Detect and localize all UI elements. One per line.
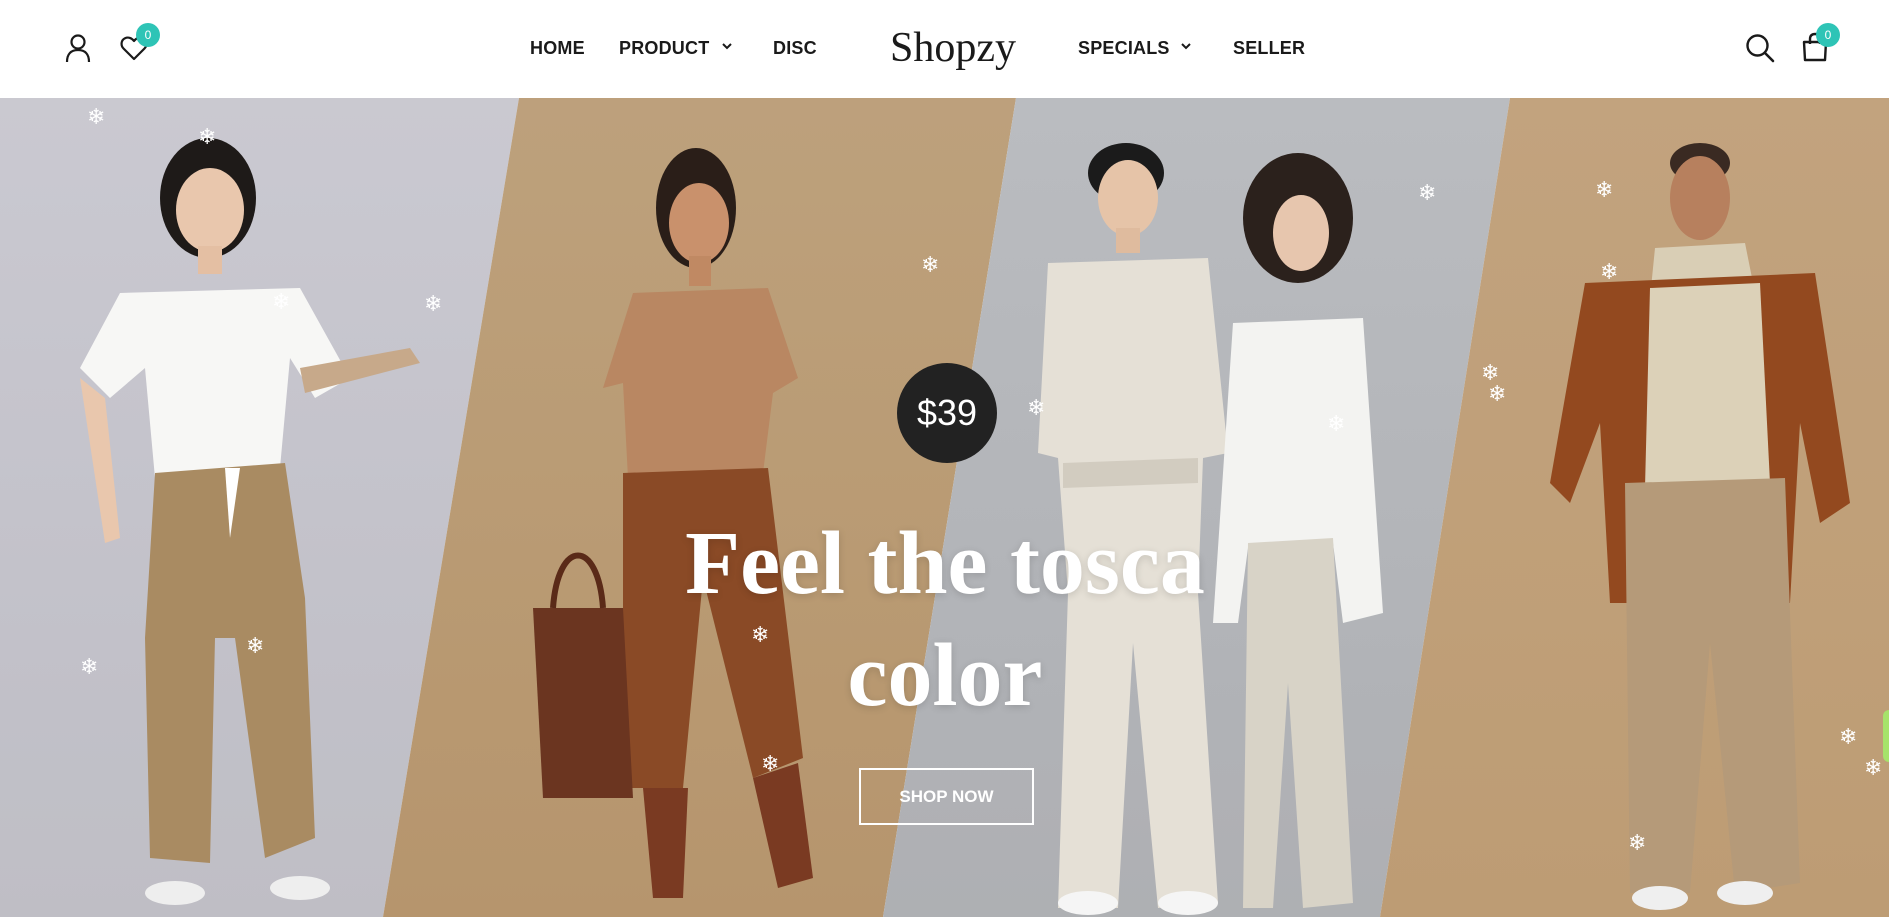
snowflake-icon: ❄	[1327, 412, 1346, 437]
snowflake-icon: ❄	[246, 634, 265, 659]
snowflake-icon: ❄	[80, 655, 99, 680]
hero-banner: $39 Feel the tosca color SHOP NOW	[0, 98, 1889, 917]
search-icon[interactable]	[1745, 33, 1775, 63]
snowflake-icon: ❄	[1418, 181, 1437, 206]
snowflake-icon: ❄	[1027, 396, 1046, 421]
snowflake-icon: ❄	[1628, 831, 1647, 856]
chevron-down-icon[interactable]	[721, 40, 733, 52]
price-badge: $39	[897, 363, 997, 463]
wishlist-count-badge: 0	[136, 23, 160, 47]
chevron-down-icon[interactable]	[1180, 40, 1192, 52]
shop-now-button[interactable]: SHOP NOW	[859, 768, 1034, 825]
snowflake-icon: ❄	[1488, 382, 1507, 407]
model-figure	[1550, 143, 1850, 910]
snowflake-icon: ❄	[272, 290, 291, 315]
side-tab-handle[interactable]	[1883, 710, 1889, 762]
nav-disc[interactable]: DISC	[773, 38, 817, 59]
site-header: 0 HOME PRODUCT DISC SPECIALS SELLER Shop…	[0, 0, 1889, 98]
snowflake-icon: ❄	[87, 105, 106, 130]
user-icon[interactable]	[64, 33, 92, 63]
snowflake-icon: ❄	[198, 125, 217, 150]
snowflake-icon: ❄	[761, 752, 780, 777]
nav-home[interactable]: HOME	[530, 38, 585, 59]
snowflake-icon: ❄	[751, 623, 770, 648]
snowflake-icon: ❄	[921, 253, 940, 278]
site-logo[interactable]: Shopzy	[890, 24, 1016, 72]
snowflake-icon: ❄	[1600, 260, 1619, 285]
model-figure	[80, 138, 420, 905]
cart-count-badge: 0	[1816, 23, 1840, 47]
nav-seller[interactable]: SELLER	[1233, 38, 1305, 59]
hero-headline-line-1: Feel the tosca	[685, 514, 1205, 613]
snowflake-icon: ❄	[1839, 725, 1858, 750]
nav-product[interactable]: PRODUCT	[619, 38, 709, 59]
snowflake-icon: ❄	[1864, 756, 1883, 781]
snowflake-icon: ❄	[424, 292, 443, 317]
snowflake-icon: ❄	[1595, 178, 1614, 203]
nav-specials[interactable]: SPECIALS	[1078, 38, 1170, 59]
hero-headline-line-2: color	[847, 626, 1043, 725]
hero-headline: Feel the tosca color	[600, 508, 1290, 732]
